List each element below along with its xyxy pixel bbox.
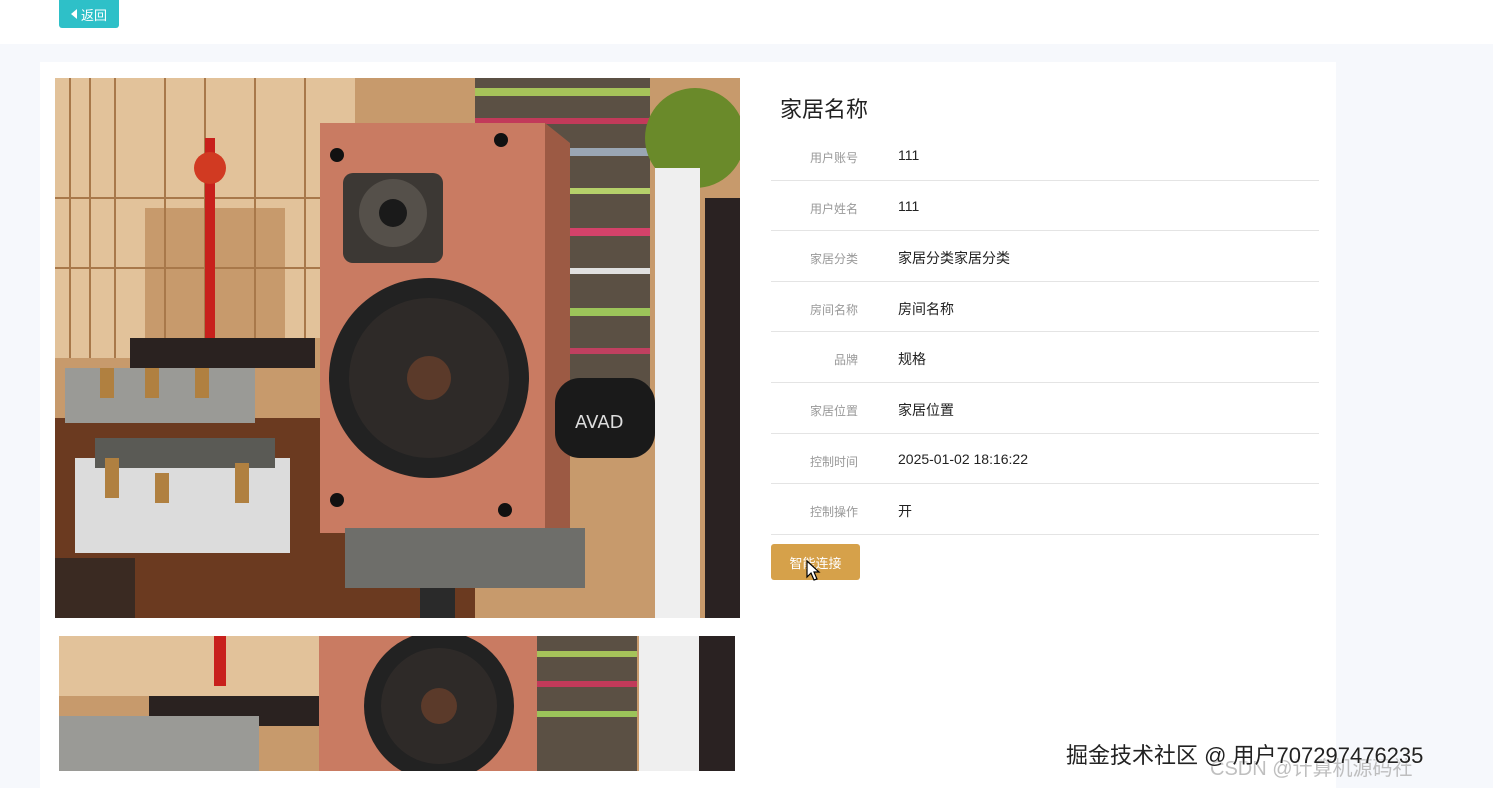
top-bar: 返回 — [0, 0, 1493, 44]
detail-row-username: 用户姓名 111 — [771, 181, 1319, 232]
svg-text:AVAD: AVAD — [575, 412, 624, 433]
row-label: 品牌 — [833, 353, 858, 368]
row-label: 控制操作 — [809, 505, 858, 520]
detail-row-category: 家居分类 家居分类家居分类 — [771, 231, 1319, 282]
row-label: 家居分类 — [809, 252, 858, 267]
row-label: 用户账号 — [809, 151, 858, 165]
back-button[interactable]: 返回 — [59, 0, 119, 28]
speaker-thumbnail-photo — [59, 636, 735, 771]
detail-row-account: 用户账号 111 — [771, 130, 1319, 181]
detail-list: 用户账号 111 用户姓名 111 家居分类 家居分类家居分类 房间名称 房间名… — [771, 130, 1319, 535]
row-value: 家居分类家居分类 — [898, 250, 1010, 267]
row-value: 2025-01-02 18:16:22 — [898, 450, 1028, 467]
row-value: 111 — [898, 147, 920, 163]
main-product-image: AVAD — [55, 78, 740, 618]
row-value: 家居位置 — [898, 401, 954, 418]
row-label: 用户姓名 — [809, 201, 858, 216]
detail-row-room: 房间名称 房间名称 — [771, 282, 1319, 333]
row-value: 规格 — [898, 351, 926, 368]
speaker-photo: AVAD — [55, 78, 740, 618]
page-title: 家居名称 — [780, 97, 869, 122]
row-value: 开 — [898, 503, 912, 520]
thumbnail-image[interactable] — [59, 636, 735, 771]
back-label: 返回 — [80, 7, 107, 23]
detail-row-location: 家居位置 家居位置 — [771, 383, 1319, 434]
row-label: 控制时间 — [809, 454, 858, 469]
row-label: 房间名称 — [809, 302, 858, 317]
juejin-watermark: 掘金技术社区 @ 用户707297476235 — [1066, 743, 1424, 768]
row-value: 111 — [898, 197, 920, 214]
mouse-cursor-icon — [806, 560, 821, 581]
detail-row-control-time: 控制时间 2025-01-02 18:16:22 — [771, 434, 1319, 485]
row-value: 房间名称 — [898, 300, 954, 317]
caret-left-icon — [70, 9, 77, 19]
row-label: 家居位置 — [809, 403, 858, 418]
detail-row-brand: 品牌 规格 — [771, 332, 1319, 383]
detail-row-control-action: 控制操作 开 — [771, 484, 1319, 535]
